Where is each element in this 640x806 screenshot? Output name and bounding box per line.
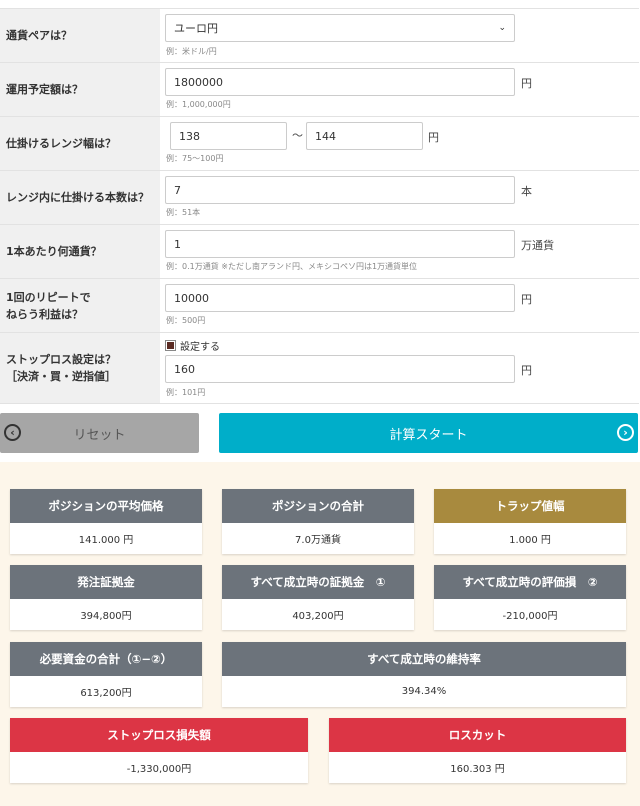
result-title: ポジションの平均価格 <box>10 489 202 523</box>
hint: 例：1,000,000円 <box>166 100 231 109</box>
count-input[interactable]: 7 <box>165 176 515 204</box>
row-count: レンジ内に仕掛ける本数は？ 7 本 例：51本 <box>0 171 639 225</box>
unit: 万通貨 <box>521 239 554 252</box>
amount-input[interactable]: 1800000 <box>165 68 515 96</box>
result-card: ロスカット 160.303 円 <box>329 718 626 783</box>
result-title: ロスカット <box>329 718 626 752</box>
unit: 円 <box>521 364 532 377</box>
row-lot: 1本あたり何通貨？ 1 万通貨 例：0.1万通貨 ※ただし南アランド円、メキシコ… <box>0 225 639 279</box>
unit: 円 <box>521 77 532 90</box>
result-value: 160.303 円 <box>450 764 505 775</box>
result-card: すべて成立時の維持率 394.34% <box>222 642 626 707</box>
chevron-right-circle-icon: › <box>617 424 634 441</box>
result-card: 必要資金の合計（①−②） 613,200円 <box>10 642 202 707</box>
currency-pair-select[interactable]: ユーロ円 ⌄ <box>165 14 515 42</box>
hint: 例：75～100円 <box>166 154 224 163</box>
result-value: 403,200円 <box>292 611 344 622</box>
result-title: 必要資金の合計（①−②） <box>10 642 202 676</box>
row-amount: 運用予定額は？ 1800000 円 例：1,000,000円 <box>0 63 639 117</box>
result-card: トラップ値幅 1.000 円 <box>434 489 626 554</box>
result-title: トラップ値幅 <box>434 489 626 523</box>
hint: 例：0.1万通貨 ※ただし南アランド円、メキシコペソ円は1万通貨単位 <box>166 262 418 271</box>
result-title: すべて成立時の証拠金 ① <box>222 565 414 599</box>
label-line: ストップロス設定は？ <box>6 353 116 366</box>
label-line: ［決済・買・逆指値］ <box>6 370 116 383</box>
currency-pair-value: ユーロ円 <box>174 22 218 35</box>
result-title: 発注証拠金 <box>10 565 202 599</box>
label-currency-pair: 通貨ペアは？ <box>0 9 160 62</box>
row-range: 仕掛けるレンジ幅は？ 138 ～ 144 円 例：75～100円 <box>0 117 639 171</box>
label-range: 仕掛けるレンジ幅は？ <box>0 117 160 170</box>
result-title: すべて成立時の維持率 <box>222 642 626 676</box>
result-value: 394,800円 <box>80 611 132 622</box>
result-card: ポジションの合計 7.0万通貨 <box>222 489 414 554</box>
result-title: すべて成立時の評価損 ② <box>434 565 626 599</box>
result-value: 141.000 円 <box>78 535 134 546</box>
unit: 円 <box>521 293 532 306</box>
hint: 例：米ドル/円 <box>166 47 217 56</box>
range-to-input[interactable]: 144 <box>306 122 423 150</box>
unit: 円 <box>428 131 439 144</box>
result-value: -210,000円 <box>502 611 558 622</box>
result-value: 7.0万通貨 <box>295 535 341 546</box>
calculator-form: 通貨ペアは？ ユーロ円 ⌄ 例：米ドル/円 運用予定額は？ 1800000 円 例… <box>0 8 639 404</box>
start-button[interactable]: 計算スタート › <box>219 413 638 453</box>
range-separator: ～ <box>292 129 303 142</box>
result-card: すべて成立時の証拠金 ① 403,200円 <box>222 565 414 630</box>
result-title: ストップロス損失額 <box>10 718 308 752</box>
label-count: レンジ内に仕掛ける本数は？ <box>0 171 160 224</box>
lot-input[interactable]: 1 <box>165 230 515 258</box>
chevron-left-circle-icon: ‹ <box>4 424 21 441</box>
result-value: 394.34% <box>401 686 447 697</box>
label-amount: 運用予定額は？ <box>0 63 160 116</box>
result-value: -1,330,000円 <box>126 764 192 775</box>
checkbox-label: 設定する <box>180 342 220 353</box>
hint: 例：500円 <box>166 316 206 325</box>
reset-label: リセット <box>73 427 126 443</box>
range-from-input[interactable]: 138 <box>170 122 287 150</box>
label-stoploss: ストップロス設定は？ ［決済・買・逆指値］ <box>0 333 160 403</box>
row-stoploss: ストップロス設定は？ ［決済・買・逆指値］ 設定する 160 円 例：101円 <box>0 333 639 404</box>
stoploss-checkbox[interactable]: 設定する <box>165 338 220 353</box>
unit: 本 <box>521 185 532 198</box>
label-profit: 1回のリピートで ねらう利益は？ <box>0 279 160 332</box>
label-lot: 1本あたり何通貨？ <box>0 225 160 278</box>
row-currency-pair: 通貨ペアは？ ユーロ円 ⌄ 例：米ドル/円 <box>0 9 639 63</box>
profit-input[interactable]: 10000 <box>165 284 515 312</box>
result-card: 発注証拠金 394,800円 <box>10 565 202 630</box>
label-line: 1回のリピートで <box>6 290 91 304</box>
result-card: ストップロス損失額 -1,330,000円 <box>10 718 308 783</box>
reset-button[interactable]: ‹ リセット <box>0 413 199 453</box>
result-title: ポジションの合計 <box>222 489 414 523</box>
result-value: 613,200円 <box>80 688 132 699</box>
start-label: 計算スタート <box>389 427 468 443</box>
hint: 例：51本 <box>166 208 201 217</box>
checkbox-checked-icon <box>165 340 176 351</box>
label-line: ねらう利益は？ <box>6 307 83 321</box>
result-value: 1.000 円 <box>509 535 551 546</box>
result-card: すべて成立時の評価損 ② -210,000円 <box>434 565 626 630</box>
chevron-down-icon: ⌄ <box>498 23 506 33</box>
row-profit: 1回のリピートで ねらう利益は？ 10000 円 例：500円 <box>0 279 639 333</box>
hint: 例：101円 <box>166 388 206 397</box>
result-card: ポジションの平均価格 141.000 円 <box>10 489 202 554</box>
stoploss-input[interactable]: 160 <box>165 355 515 383</box>
